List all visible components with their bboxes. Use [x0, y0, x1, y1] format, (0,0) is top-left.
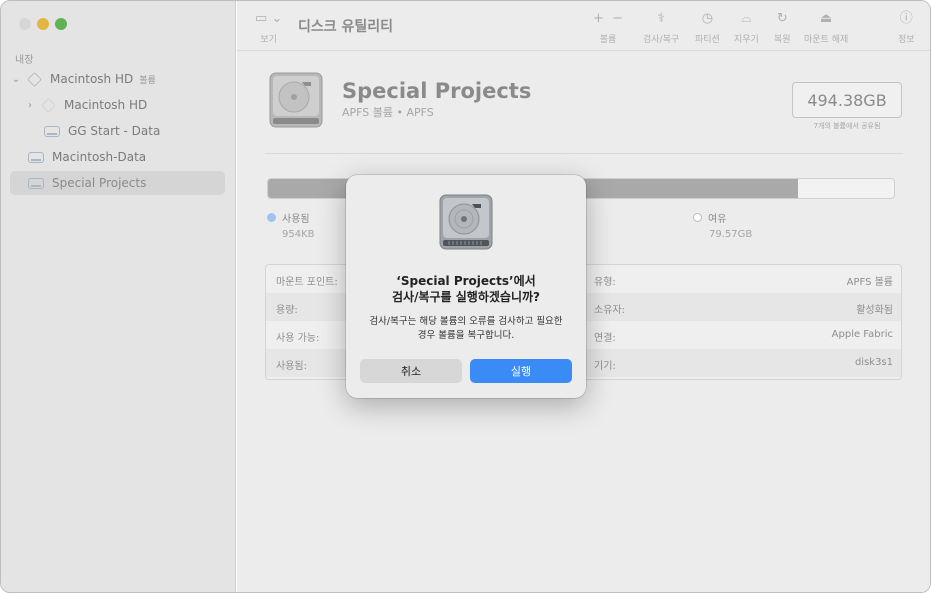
free-value: 79.57GB — [709, 229, 753, 240]
legend-free-label: 여유 — [708, 214, 727, 225]
divider — [265, 153, 903, 154]
erase-button[interactable]: ⌓ 지우기 — [734, 11, 759, 45]
restore-button[interactable]: ↻ 복원 — [774, 11, 791, 45]
volume-subtitle: APFS 볼륨 • APFS — [342, 106, 434, 119]
first-aid-confirm-dialog: ‘Special Projects’에서 검사/복구를 실행하겠습니까? 검사/… — [346, 175, 586, 398]
chevron-down-icon[interactable]: ⌄ — [10, 74, 22, 85]
info-key: 기기: — [594, 361, 616, 372]
chevron-right-icon[interactable]: › — [24, 100, 36, 111]
sidebar-item-gg-start-data[interactable]: GG Start - Data — [10, 119, 225, 143]
dialog-title-line: ‘Special Projects’에서 — [396, 274, 536, 288]
first-aid-button[interactable]: ⚕ 검사/복구 — [643, 11, 679, 45]
used-value: 954KB — [282, 229, 315, 240]
free-dot-icon — [693, 213, 702, 222]
partition-button[interactable]: ◷ 파티션 — [695, 11, 720, 45]
plus-minus-icon: + − — [593, 11, 624, 26]
sidebar-item-macintosh-hd-volume[interactable]: › Macintosh HD — [10, 93, 225, 117]
sidebar-item-macintosh-hd[interactable]: ⌄ Macintosh HD 볼륨 — [10, 67, 225, 91]
capacity-box: 494.38GB — [792, 82, 902, 118]
erase-label: 지우기 — [734, 35, 759, 45]
used-dot-icon — [267, 213, 276, 222]
sidebar: 내장 ⌄ Macintosh HD 볼륨 › Macintosh HD GG S… — [1, 1, 236, 592]
info-key: 사용됨: — [276, 361, 307, 372]
sidebar-item-label: Macintosh-Data — [52, 150, 147, 164]
volume-button[interactable]: + − 볼륨 — [593, 11, 623, 45]
run-button[interactable]: 실행 — [470, 359, 572, 383]
legend-used-label: 사용됨 — [282, 214, 310, 225]
sidebar-item-label: Macintosh HD — [50, 72, 134, 86]
restore-label: 복원 — [774, 35, 791, 45]
sidebar-item-label: Special Projects — [52, 176, 147, 190]
disk-icon — [28, 177, 44, 189]
hard-drive-icon — [439, 194, 493, 254]
info-key: 마운트 포인트: — [276, 277, 338, 288]
toolbar: ▭ ⌄ 보기 디스크 유틸리티 + − 볼륨 ⚕ 검사/복구 ◷ 파티션 ⌓ 지… — [237, 1, 930, 51]
erase-icon: ⌓ — [741, 11, 752, 26]
sidebar-section-internal: 내장 — [15, 55, 34, 66]
info-key: 연결: — [594, 333, 616, 344]
info-key: 소유자: — [594, 305, 625, 316]
hard-drive-icon — [269, 72, 323, 132]
close-window-button[interactable] — [19, 18, 31, 30]
sidebar-item-label: GG Start - Data — [68, 124, 161, 138]
sidebar-item-special-projects[interactable]: Special Projects — [10, 171, 225, 195]
unmount-label: 마운트 해제 — [804, 35, 849, 45]
dialog-title-line: 검사/복구를 실행하겠습니까? — [391, 290, 540, 304]
sidebar-item-badge: 볼륨 — [139, 75, 156, 86]
info-icon: ⓘ — [899, 11, 913, 26]
partition-icon: ◷ — [701, 11, 714, 26]
info-value: APFS 볼륨 — [846, 277, 893, 288]
partition-label: 파티션 — [695, 35, 720, 45]
volume-icon — [41, 97, 56, 113]
view-label: 보기 — [260, 35, 277, 45]
disk-icon — [44, 125, 60, 137]
sidebar-item-label: Macintosh HD — [64, 98, 148, 112]
capacity-note: 7개의 볼륨에서 공유됨 — [813, 122, 881, 130]
dialog-title: ‘Special Projects’에서 검사/복구를 실행하겠습니까? — [356, 273, 576, 305]
info-value: Apple Fabric — [831, 329, 893, 340]
info-value: 활성화됨 — [856, 305, 893, 316]
app-title: 디스크 유틸리티 — [298, 19, 394, 35]
volume-name: Special Projects — [342, 79, 532, 103]
info-label: 정보 — [898, 35, 915, 45]
sidebar-item-macintosh-data[interactable]: Macintosh-Data — [10, 145, 225, 169]
first-aid-label: 검사/복구 — [643, 35, 680, 45]
unmount-icon: ⏏ — [819, 11, 833, 26]
legend-used: 사용됨 — [267, 210, 310, 225]
unmount-button[interactable]: ⏏ 마운트 해제 — [804, 11, 848, 45]
volume-group-icon — [27, 71, 42, 87]
restore-icon: ↻ — [776, 11, 788, 26]
stethoscope-icon: ⚕ — [657, 11, 665, 26]
info-key: 사용 가능: — [276, 333, 320, 344]
disk-icon — [28, 151, 44, 163]
info-button[interactable]: ⓘ 정보 — [898, 11, 915, 45]
dialog-message-line: 경우 볼륨을 복구합니다. — [417, 330, 515, 341]
legend-free: 여유 — [693, 210, 726, 225]
info-value: disk3s1 — [854, 357, 893, 368]
dialog-message: 검사/복구는 해당 볼륨의 오류를 검사하고 필요한 경우 볼륨을 복구합니다. — [358, 315, 574, 343]
minimize-window-button[interactable] — [37, 18, 49, 30]
window-controls — [19, 18, 67, 30]
dialog-message-line: 검사/복구는 해당 볼륨의 오류를 검사하고 필요한 — [369, 316, 563, 327]
view-button[interactable]: ▭ ⌄ 보기 — [255, 11, 282, 45]
info-key: 용량: — [276, 305, 298, 316]
volume-label: 볼륨 — [599, 35, 617, 45]
zoom-window-button[interactable] — [55, 18, 67, 30]
cancel-button[interactable]: 취소 — [360, 359, 462, 383]
sidebar-toggle-icon: ▭ ⌄ — [255, 11, 283, 26]
info-key: 유형: — [594, 277, 616, 288]
